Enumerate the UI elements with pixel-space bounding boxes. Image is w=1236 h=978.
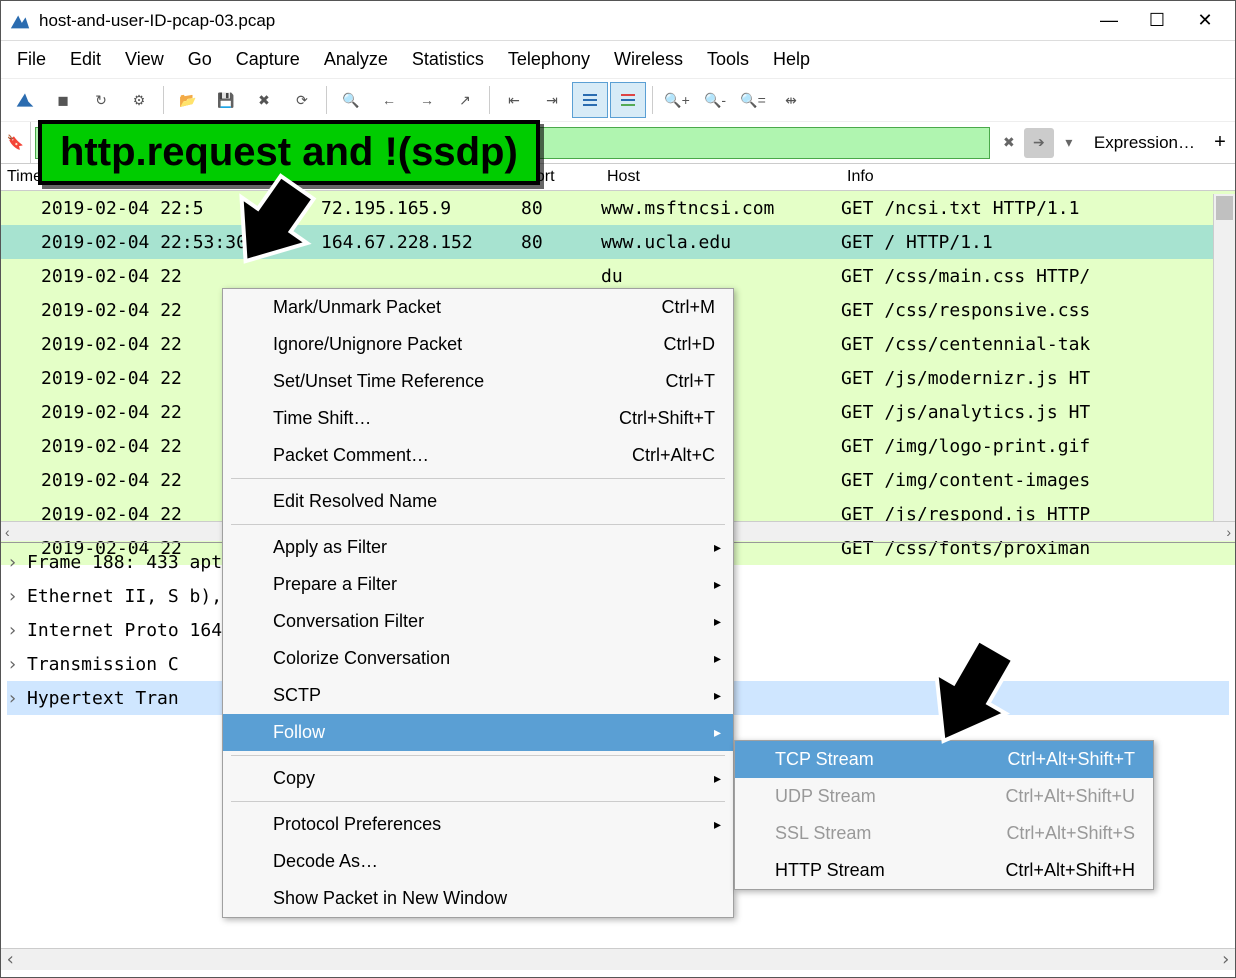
menu-wireless[interactable]: Wireless [614,49,683,70]
menu-item-edit-resolved-name[interactable]: Edit Resolved Name [223,483,733,520]
menubar: File Edit View Go Capture Analyze Statistics Te… [1,41,1235,78]
jump-icon[interactable]: ↗ [447,82,483,118]
col-header-host[interactable]: Host [601,164,841,190]
colorize-icon[interactable] [610,82,646,118]
stop-capture-icon[interactable]: ◼ [45,82,81,118]
menu-item-show-packet-in-new-window[interactable]: Show Packet in New Window [223,880,733,917]
close-file-icon[interactable]: ✖ [246,82,282,118]
menu-view[interactable]: View [125,49,164,70]
wireshark-icon [9,10,31,32]
table-row[interactable]: 2019-02-04 22:572.195.165.980www.msftncs… [1,191,1235,225]
add-filter-button[interactable]: + [1205,131,1235,154]
restart-icon[interactable]: ↻ [83,82,119,118]
menu-statistics[interactable]: Statistics [412,49,484,70]
zoom-in-icon[interactable]: 🔍+ [659,82,695,118]
detail-horizontal-scrollbar[interactable]: ‹› [1,948,1235,970]
menu-item-colorize-conversation[interactable]: Colorize Conversation [223,640,733,677]
minimize-button[interactable]: — [1099,11,1119,31]
find-icon[interactable]: 🔍 [333,82,369,118]
col-header-info[interactable]: Info [841,164,1235,190]
next-icon[interactable]: → [409,82,445,118]
arrow-annotation-2 [896,632,1036,772]
last-icon[interactable]: ⇥ [534,82,570,118]
first-icon[interactable]: ⇤ [496,82,532,118]
apply-filter-icon[interactable]: ➔ [1024,128,1054,158]
menu-item-sctp[interactable]: SCTP [223,677,733,714]
menu-item-decode-as-[interactable]: Decode As… [223,843,733,880]
autoscroll-icon[interactable] [572,82,608,118]
menu-item-apply-as-filter[interactable]: Apply as Filter [223,529,733,566]
vertical-scrollbar[interactable] [1213,194,1235,521]
bookmark-icon[interactable]: 🔖 [1,122,31,163]
submenu-item-ssl-stream[interactable]: SSL StreamCtrl+Alt+Shift+S [735,815,1153,852]
table-row[interactable]: 2019-02-04 22:53:30164.67.228.15280www.u… [1,225,1235,259]
menu-go[interactable]: Go [188,49,212,70]
expression-button[interactable]: Expression… [1084,129,1205,157]
reload-icon[interactable]: ⟳ [284,82,320,118]
menu-capture[interactable]: Capture [236,49,300,70]
window-title: host-and-user-ID-pcap-03.pcap [39,11,1099,31]
menu-item-packet-comment-[interactable]: Packet Comment…Ctrl+Alt+C [223,437,733,474]
submenu-item-udp-stream[interactable]: UDP StreamCtrl+Alt+Shift+U [735,778,1153,815]
main-toolbar: ◼ ↻ ⚙ 📂 💾 ✖ ⟳ 🔍 ← → ↗ ⇤ ⇥ 🔍+ 🔍- 🔍= ⇹ [1,78,1235,122]
arrow-annotation-1 [210,172,350,302]
menu-telephony[interactable]: Telephony [508,49,590,70]
shark-fin-icon[interactable] [7,82,43,118]
options-icon[interactable]: ⚙ [121,82,157,118]
menu-help[interactable]: Help [773,49,810,70]
submenu-item-http-stream[interactable]: HTTP StreamCtrl+Alt+Shift+H [735,852,1153,889]
resize-columns-icon[interactable]: ⇹ [773,82,809,118]
menu-item-copy[interactable]: Copy [223,760,733,797]
open-icon[interactable]: 📂 [170,82,206,118]
titlebar: host-and-user-ID-pcap-03.pcap — ☐ ✕ [1,1,1235,41]
menu-item-conversation-filter[interactable]: Conversation Filter [223,603,733,640]
zoom-reset-icon[interactable]: 🔍= [735,82,771,118]
menu-item-set-unset-time-reference[interactable]: Set/Unset Time ReferenceCtrl+T [223,363,733,400]
context-menu: Mark/Unmark PacketCtrl+MIgnore/Unignore … [222,288,734,918]
filter-history-icon[interactable]: ▾ [1054,128,1084,158]
window-controls: — ☐ ✕ [1099,11,1227,31]
save-icon[interactable]: 💾 [208,82,244,118]
menu-file[interactable]: File [17,49,46,70]
prev-icon[interactable]: ← [371,82,407,118]
zoom-out-icon[interactable]: 🔍- [697,82,733,118]
close-button[interactable]: ✕ [1195,11,1215,31]
menu-item-ignore-unignore-packet[interactable]: Ignore/Unignore PacketCtrl+D [223,326,733,363]
menu-analyze[interactable]: Analyze [324,49,388,70]
menu-tools[interactable]: Tools [707,49,749,70]
menu-item-prepare-a-filter[interactable]: Prepare a Filter [223,566,733,603]
clear-filter-icon[interactable]: ✖ [994,128,1024,158]
maximize-button[interactable]: ☐ [1147,11,1167,31]
menu-edit[interactable]: Edit [70,49,101,70]
menu-item-protocol-preferences[interactable]: Protocol Preferences [223,806,733,843]
menu-item-time-shift-[interactable]: Time Shift…Ctrl+Shift+T [223,400,733,437]
menu-item-follow[interactable]: Follow [223,714,733,751]
